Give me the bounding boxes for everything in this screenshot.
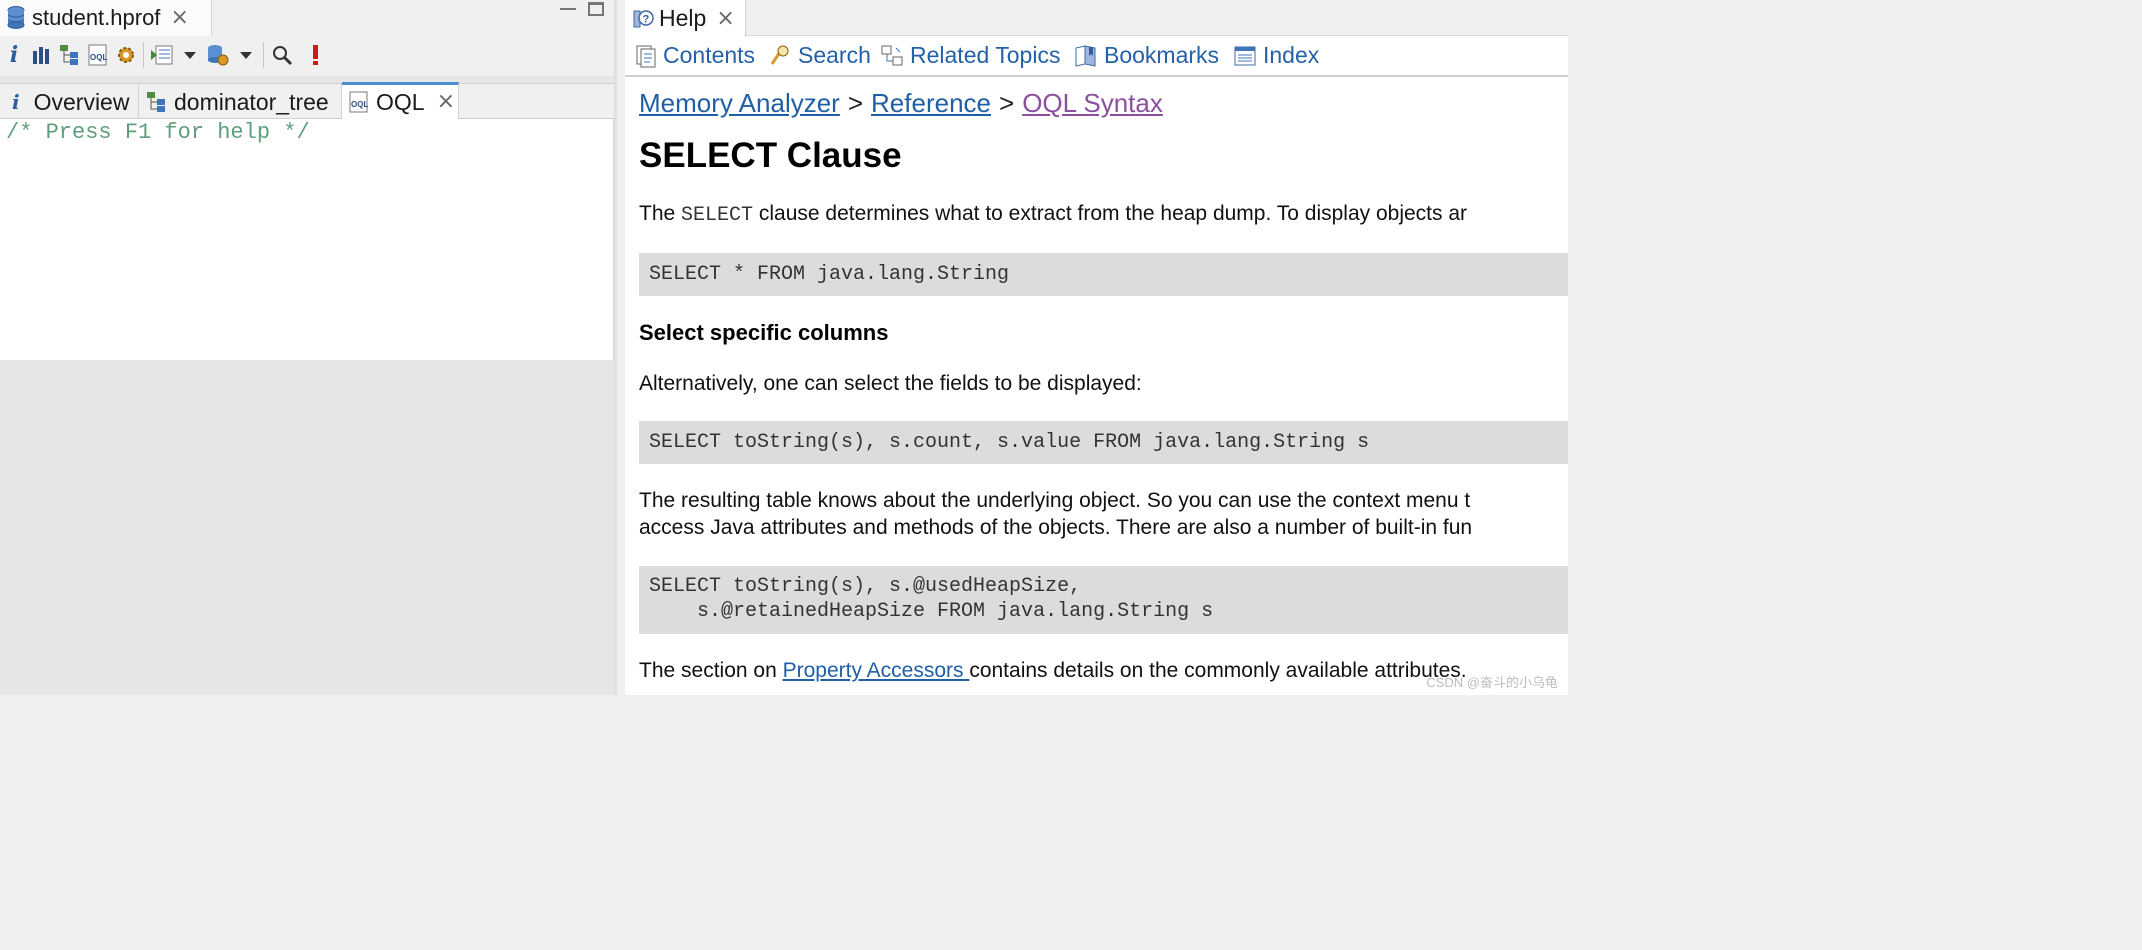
heap-dump-overview-icon[interactable] <box>206 42 230 68</box>
code-line: SELECT toString(s), s.@usedHeapSize, <box>649 575 1082 598</box>
tab-oql[interactable]: OQL OQL × <box>342 82 459 119</box>
database-icon <box>6 5 26 31</box>
paragraph-4-text: The section on <box>639 659 783 682</box>
breadcrumb-separator: > <box>999 88 1015 118</box>
info-icon: i <box>12 90 20 114</box>
section-heading: Select specific columns <box>639 320 889 345</box>
paragraph-4-text-rest: contains details on the commonly availab… <box>969 659 1467 682</box>
tab-overview[interactable]: i Overview <box>0 84 139 120</box>
editor-toolbar: i OQL <box>0 36 617 76</box>
svg-text:?: ? <box>643 13 650 25</box>
gear-icon[interactable] <box>114 42 138 68</box>
paragraph-4: The section on Property Accessors contai… <box>639 657 1467 684</box>
tab-dominator-tree-label: dominator_tree <box>174 88 329 115</box>
search-icon <box>768 44 792 68</box>
oql-editor[interactable]: /* Press F1 for help */ <box>0 119 614 360</box>
search-icon[interactable] <box>270 42 294 68</box>
help-icon: ? <box>631 7 655 31</box>
minimize-button[interactable] <box>560 2 576 10</box>
related-topics-icon <box>880 44 904 68</box>
help-tabbar: ? Help × <box>625 0 1568 37</box>
close-icon[interactable]: × <box>170 7 188 29</box>
help-view: ? Help × Contents Search Related Topics … <box>625 0 1568 695</box>
query-browser-icon[interactable] <box>150 42 174 68</box>
histogram-icon[interactable] <box>30 42 54 68</box>
paragraph-3-line-1: The resulting table knows about the unde… <box>639 489 1471 512</box>
maximize-button[interactable] <box>588 2 604 16</box>
help-nav-bar: Contents Search Related Topics Bookmarks <box>625 37 1568 77</box>
oql-icon[interactable]: OQL <box>86 42 110 68</box>
select-keyword: SELECT <box>681 204 754 227</box>
code-example-3: SELECT toString(s), s.@usedHeapSize, s.@… <box>639 566 1568 634</box>
svg-text:OQL: OQL <box>351 100 368 109</box>
editor-area: student.hprof × i OQL i Overview dominat… <box>0 0 617 695</box>
oql-icon: OQL <box>348 91 370 113</box>
toolbar-separator <box>263 42 264 68</box>
nav-related-topics[interactable]: Related Topics <box>880 42 1060 69</box>
property-accessors-link[interactable]: Property Accessors <box>783 659 970 682</box>
tab-oql-label: OQL <box>376 88 425 115</box>
intro-paragraph: The SELECT clause determines what to ext… <box>639 200 1467 229</box>
result-tabbar: i Overview dominator_tree OQL OQL × <box>0 82 614 120</box>
code-line: s.@retainedHeapSize FROM java.lang.Strin… <box>649 600 1214 623</box>
page-title: SELECT Clause <box>639 136 902 175</box>
nav-search[interactable]: Search <box>768 42 871 69</box>
pane-sash[interactable] <box>617 0 625 695</box>
contents-icon <box>635 44 657 68</box>
tab-help-label: Help <box>659 5 707 31</box>
editor-tab-label: student.hprof <box>32 5 161 30</box>
tab-help[interactable]: ? Help × <box>625 0 746 37</box>
nav-bookmarks[interactable]: Bookmarks <box>1074 42 1219 69</box>
nav-index-label: Index <box>1263 42 1320 68</box>
breadcrumb-reference[interactable]: Reference <box>871 88 991 118</box>
watermark: CSDN @奋斗的小乌龟 <box>1426 675 1558 690</box>
breadcrumb: Memory Analyzer > Reference > OQL Syntax <box>639 88 1163 119</box>
svg-text:OQL: OQL <box>90 53 107 62</box>
code-example-2: SELECT toString(s), s.count, s.value FRO… <box>639 421 1568 464</box>
dominator-tree-icon[interactable] <box>58 42 82 68</box>
dominator-tree-icon <box>146 91 168 113</box>
intro-text-rest: clause determines what to extract from t… <box>753 202 1468 225</box>
paragraph-3-line-2: access Java attributes and methods of th… <box>639 516 1473 539</box>
dropdown-icon[interactable] <box>178 42 202 68</box>
editor-tabbar: student.hprof × <box>0 0 617 36</box>
close-icon[interactable]: × <box>716 7 734 30</box>
breadcrumb-memory-analyzer[interactable]: Memory Analyzer <box>639 88 840 118</box>
oql-editor-text[interactable]: /* Press F1 for help */ <box>6 120 310 145</box>
dropdown-icon[interactable] <box>234 42 258 68</box>
intro-text: The <box>639 202 682 225</box>
nav-index[interactable]: Index <box>1233 42 1319 69</box>
workbench: student.hprof × i OQL i Overview dominat… <box>0 0 1568 695</box>
code-example-1: SELECT * FROM java.lang.String <box>639 253 1568 296</box>
info-icon[interactable]: i <box>2 42 26 68</box>
help-content: Memory Analyzer > Reference > OQL Syntax SEL… <box>639 80 1568 695</box>
editor-tab-student-hprof[interactable]: student.hprof × <box>0 0 212 36</box>
bookmarks-icon <box>1074 44 1098 68</box>
nav-bookmarks-label: Bookmarks <box>1104 42 1220 68</box>
index-icon <box>1233 44 1257 68</box>
tab-overview-label: Overview <box>33 88 130 115</box>
nav-contents-label: Contents <box>663 42 756 68</box>
nav-contents[interactable]: Contents <box>635 42 755 69</box>
breadcrumb-separator: > <box>847 88 864 118</box>
nav-search-label: Search <box>798 42 871 68</box>
leak-suspects-icon[interactable] <box>303 42 327 68</box>
paragraph-2: Alternatively, one can select the fields… <box>639 372 1142 395</box>
toolbar-separator <box>143 42 144 68</box>
nav-related-topics-label: Related Topics <box>910 42 1061 68</box>
breadcrumb-oql-syntax[interactable]: OQL Syntax <box>1022 88 1163 118</box>
close-icon[interactable]: × <box>437 91 455 113</box>
tab-dominator-tree[interactable]: dominator_tree <box>139 84 342 120</box>
